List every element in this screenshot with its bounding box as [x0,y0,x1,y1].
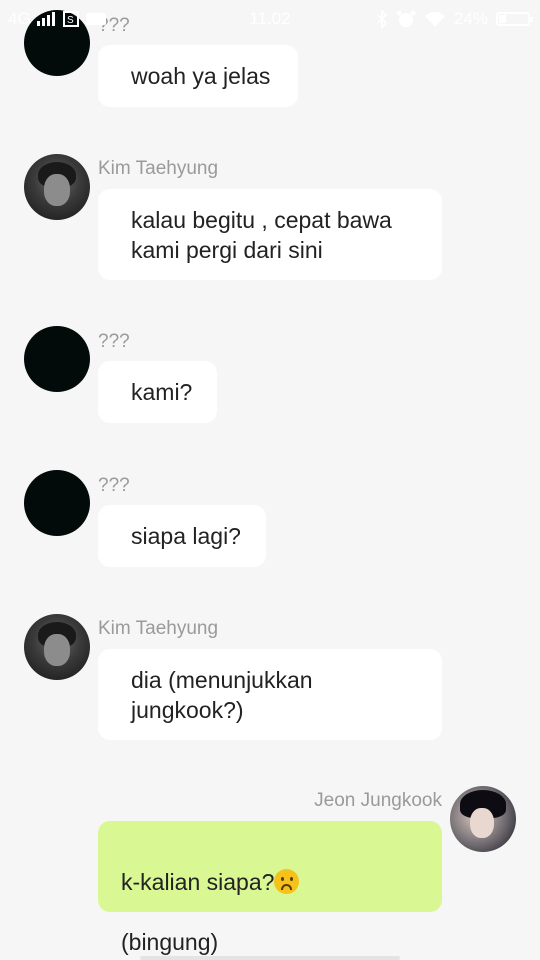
avatar-taehyung[interactable] [24,154,90,220]
status-right: 24% [376,9,533,29]
sender-name: Kim Taehyung [98,618,219,639]
avatar-unknown[interactable] [24,470,90,536]
scroll-indicator[interactable] [140,956,400,960]
frowning-face-icon [274,869,300,894]
sender-name: Jeon Jungkook [314,790,442,811]
sender-name: ??? [98,475,130,496]
message-text: (bingung) [121,929,219,955]
battery-fill [499,15,506,23]
message-bubble[interactable]: siapa lagi? [98,505,266,567]
wifi-icon [424,12,445,27]
message-bubble[interactable]: woah ya jelas [98,45,298,107]
bluetooth-icon [377,10,388,28]
alarm-icon [396,10,416,27]
sender-name: ??? [98,331,130,352]
message-bubble[interactable]: kami? [98,361,217,423]
status-bar: 4G S 11.02 24% [0,0,540,36]
message-bubble-own[interactable]: k-kalian siapa? (bingung) [98,821,442,955]
sender-name: Kim Taehyung [98,158,219,179]
avatar-jungkook[interactable] [450,786,516,852]
battery-icon [496,12,533,26]
avatar-unknown[interactable] [24,326,90,392]
avatar-taehyung[interactable] [24,614,90,680]
message-bubble[interactable]: kalau begitu , cepat bawa kami pergi dar… [98,189,442,280]
battery-percent: 24% [453,9,488,28]
message-bubble[interactable]: dia (menunjukkan jungkook?) [98,649,442,740]
message-text: k-kalian siapa? [121,869,275,895]
